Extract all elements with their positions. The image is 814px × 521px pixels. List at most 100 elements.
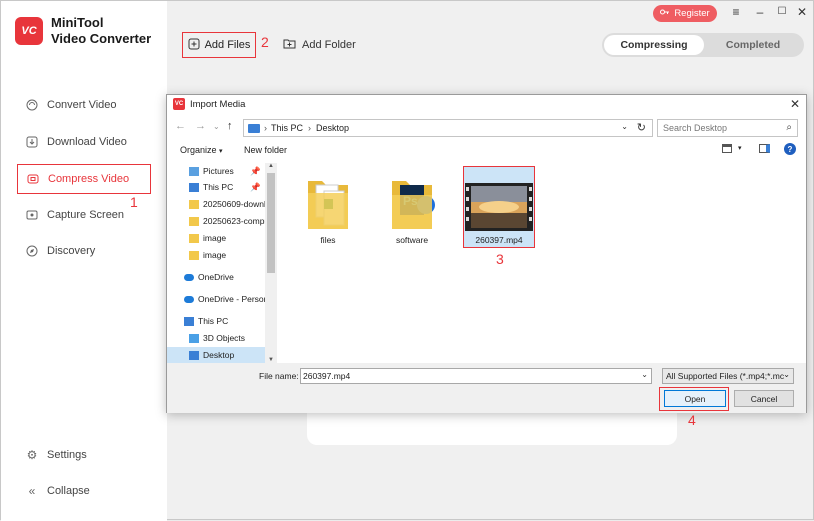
file-list: files Ps software [279,163,806,363]
tree-item-3d-objects[interactable]: 3D Objects [167,330,265,346]
folder-files-icon [308,181,348,229]
import-media-dialog: VC Import Media ✕ ← → ⌄ ↑ › This PC › De… [166,94,807,413]
organize-button[interactable]: Organize ▾ [180,145,223,155]
file-item-label: files [320,235,336,245]
file-item-software[interactable]: Ps software [377,171,447,245]
tree-item-label: image [203,250,227,260]
folder-icon [189,199,199,209]
breadcrumb-separator-icon: › [264,123,267,133]
tree-item-onedrive[interactable]: OneDrive [167,269,265,285]
cancel-button[interactable]: Cancel [734,390,794,407]
sidebar-item-discovery[interactable]: Discovery [17,236,151,266]
tree-item-folder[interactable]: 20250609-downl [167,196,265,212]
this-pc-icon [184,316,194,326]
file-item-files[interactable]: files [293,171,363,245]
this-pc-icon [189,182,199,192]
collapse-button[interactable]: « Collapse [17,476,151,506]
forward-arrow-icon[interactable]: → [195,120,206,132]
tree-item-label: Desktop [203,350,235,360]
view-icon[interactable] [722,144,732,153]
file-name-label: File name: [259,371,299,381]
dialog-close-icon[interactable]: ✕ [790,97,800,111]
tree-item-label: This PC [198,316,229,326]
search-placeholder: Search Desktop [663,123,728,133]
new-folder-button[interactable]: New folder [244,145,287,155]
tree-item-label: OneDrive [198,272,234,282]
folder-icon [189,250,199,260]
this-pc-icon [248,123,260,133]
preview-pane-icon[interactable] [759,144,770,153]
tree-item-this-pc[interactable]: This PC [167,313,265,329]
settings-button[interactable]: ⚙ Settings [17,440,151,470]
sidebar-item-label: Discovery [47,245,96,257]
tree-item-label: 3D Objects [203,333,246,343]
plus-icon [188,38,200,53]
file-item-video[interactable]: 260397.mp4 [463,166,535,248]
pictures-icon [189,166,199,176]
up-arrow-icon[interactable]: ↑ [227,120,233,132]
tree-item-onedrive-personal[interactable]: OneDrive - Person [167,291,265,307]
address-dropdown-icon[interactable]: ⌄ [621,122,628,131]
menu-icon[interactable]: ≡ [729,5,743,19]
add-files-label: Add Files [204,39,251,51]
help-icon[interactable]: ? [784,143,796,155]
folder-software-icon: Ps [392,181,435,229]
tree-item-label: OneDrive - Person [198,294,265,304]
cube-icon [189,333,199,343]
chevron-down-icon[interactable]: ⌄ [641,370,648,379]
sidebar-item-label: Capture Screen [47,209,125,221]
annotation-2: 2 [261,34,269,50]
chevron-down-icon: ▾ [219,148,223,155]
folder-icon [189,233,199,243]
app-brand: MiniTool Video Converter [51,15,151,47]
add-files-button[interactable]: Add Files [182,32,256,58]
tree-item-desktop[interactable]: Desktop [167,347,265,363]
sidebar-item-download-video[interactable]: Download Video [17,127,151,157]
file-name-input[interactable]: 260397.mp4 ⌄ [300,368,652,384]
dialog-footer: File name: 260397.mp4 ⌄ All Supported Fi… [167,363,806,413]
minimize-icon[interactable]: – [753,5,767,19]
tree-item-folder[interactable]: image [167,247,265,263]
tree-item-label: Pictures [203,166,234,176]
annotation-4: 4 [688,412,696,428]
tab-completed[interactable]: Completed [704,35,802,55]
tree-item-this-pc[interactable]: This PC 📌 [167,179,265,195]
register-label: Register [674,8,710,19]
sidebar-item-label: Compress Video [48,173,130,185]
recent-chevron-icon[interactable]: ⌄ [213,122,220,131]
collapse-label: Collapse [47,485,90,497]
register-button[interactable]: Register [653,5,717,22]
search-input[interactable]: Search Desktop ⌕ [657,119,798,137]
refresh-icon[interactable]: ↻ [637,121,646,134]
key-icon [660,8,670,19]
open-button[interactable]: Open [664,390,726,407]
maximize-icon[interactable]: ☐ [775,6,789,17]
capture-icon [25,208,39,222]
scrollbar-thumb[interactable] [267,173,275,273]
breadcrumb-this-pc[interactable]: This PC [271,123,303,133]
file-type-value: All Supported Files (*.mp4;*.mc [666,371,785,381]
sidebar-item-compress-video[interactable]: Compress Video [17,164,151,194]
add-folder-button[interactable]: Add Folder [283,38,356,52]
sidebar-item-convert-video[interactable]: Convert Video [17,90,151,120]
brand-line-1: MiniTool [51,15,104,30]
discovery-icon [25,244,39,258]
status-tabs: Compressing Completed [602,33,804,57]
search-icon: ⌕ [786,122,792,133]
file-name-value: 260397.mp4 [303,371,351,381]
tree-item-folder[interactable]: image [167,230,265,246]
view-dropdown-icon[interactable]: ▾ [738,144,742,152]
address-bar[interactable]: › This PC › Desktop ⌄ ↻ [243,119,653,137]
tree-item-pictures[interactable]: Pictures 📌 [167,163,265,179]
breadcrumb-desktop[interactable]: Desktop [316,123,349,133]
tree-item-folder[interactable]: 20250623-compr [167,213,265,229]
tab-compressing[interactable]: Compressing [604,35,704,55]
file-type-select[interactable]: All Supported Files (*.mp4;*.mc ⌄ [662,368,794,384]
tree-scrollbar[interactable]: ▲ ▼ [265,163,277,363]
tree-item-label: This PC [203,182,234,192]
close-icon[interactable]: ✕ [795,5,809,19]
download-icon [25,135,39,149]
scroll-up-icon[interactable]: ▲ [268,163,274,169]
folder-icon [189,216,199,226]
back-arrow-icon[interactable]: ← [175,120,186,132]
